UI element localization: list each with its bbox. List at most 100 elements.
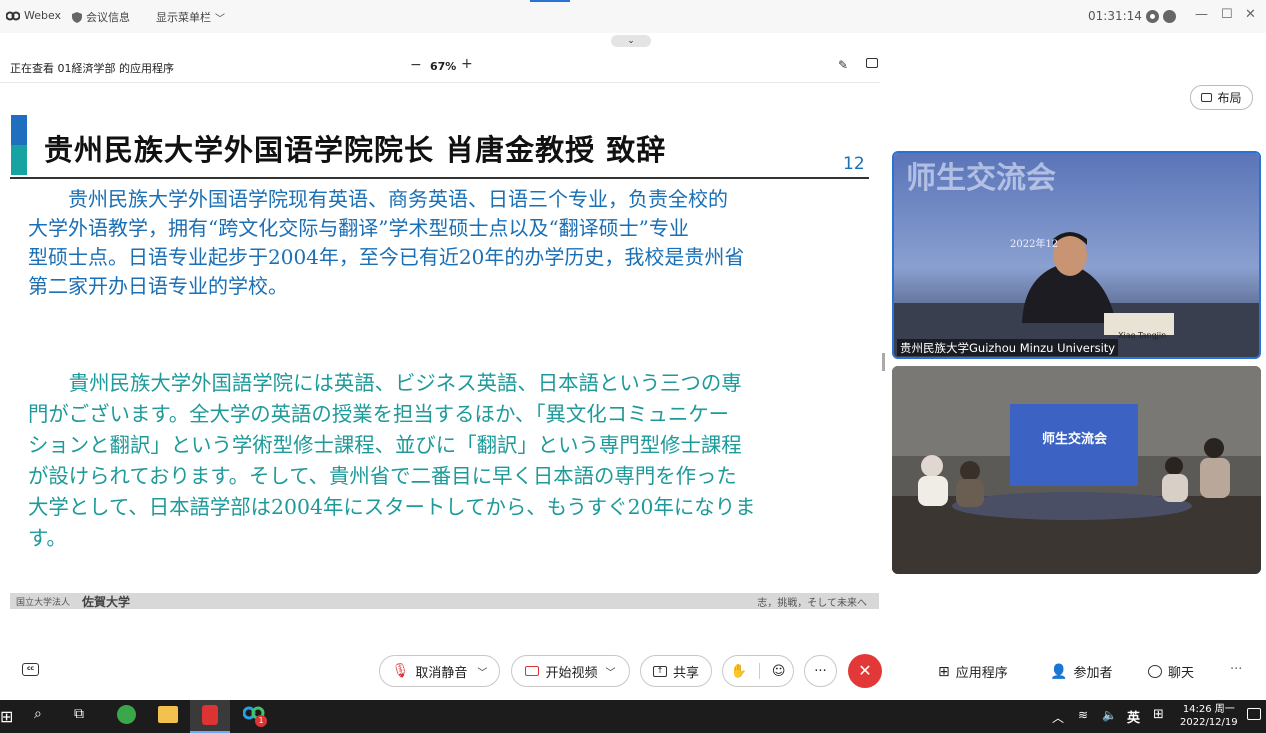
slide-footer: 国立大学法人 佐賀大学 志，挑戦，そして未来へ bbox=[10, 593, 879, 609]
overflow-icon: ··· bbox=[1230, 662, 1243, 677]
remote-control-icon[interactable] bbox=[866, 58, 878, 68]
start-video-label: 开始视频 bbox=[545, 665, 598, 681]
chat-bubble-icon bbox=[1148, 665, 1162, 678]
clock[interactable]: 14:26 周一 2022/12/19 bbox=[1180, 703, 1238, 729]
panel-resize-handle[interactable] bbox=[882, 353, 885, 371]
chat-label: 聊天 bbox=[1168, 666, 1195, 681]
webex-logo-icon bbox=[6, 11, 20, 20]
keyboard-icon[interactable]: ⊞ bbox=[1153, 707, 1164, 722]
task-view-icon[interactable]: ⧉ bbox=[74, 706, 84, 722]
cn-line: 大学外语教学，拥有“跨文化交际与翻译”学术型硕士点以及“翻译硕士”专业 bbox=[28, 216, 689, 240]
show-menu-button[interactable]: 显示菜单栏 ﹀ bbox=[156, 9, 225, 25]
divider bbox=[758, 663, 760, 679]
windows-taskbar: ⊞ ⌕ ⧉ 1 ︿ ≋ 🔈 英 ⊞ 14:26 周一 2022/12/19 bbox=[0, 700, 1266, 733]
banner-date: 2022年12 bbox=[1010, 239, 1059, 250]
chinese-paragraph: 贵州民族大学外国语学院现有英语、商务英语、日语三个专业，负责全校的 大学外语教学… bbox=[28, 185, 744, 301]
room-video-frame bbox=[892, 366, 1261, 574]
chevron-down-icon[interactable]: ﹀ bbox=[606, 664, 616, 679]
footer-left-small: 国立大学法人 bbox=[16, 598, 71, 608]
footer-university: 佐賀大学 bbox=[82, 595, 131, 609]
apps-button[interactable]: ⊞ 应用程序 bbox=[938, 662, 1008, 682]
collapse-chevron-icon[interactable]: ⌄ bbox=[611, 35, 651, 47]
participant-name-label: 贵州民族大学Guizhou Minzu University bbox=[897, 339, 1119, 356]
share-icon: ↑ bbox=[652, 665, 667, 677]
close-icon[interactable]: ✕ bbox=[1245, 7, 1256, 22]
chat-button[interactable]: 聊天 bbox=[1148, 662, 1194, 681]
video-tile-speaker[interactable]: 师生交流会 2022年12 Xiao Tangjin 贵州民族大学Guizhou… bbox=[892, 151, 1261, 359]
zoom-out-button[interactable]: − bbox=[410, 57, 422, 73]
layout-button[interactable]: 布局 bbox=[1190, 85, 1253, 110]
emoji-icon[interactable]: ☺ bbox=[772, 664, 786, 679]
maximize-icon[interactable]: ☐ bbox=[1221, 7, 1233, 22]
unmute-label: 取消静音 bbox=[415, 665, 468, 681]
room-banner-text: 师生交流会 bbox=[1042, 432, 1108, 447]
slide-title: 贵州民族大学外国语学院院长 肖唐金教授 致辞 bbox=[44, 133, 667, 167]
clock-date: 2022/12/19 bbox=[1180, 717, 1238, 728]
banner-text: 师生交流会 bbox=[906, 161, 1056, 196]
wifi-icon[interactable]: ≋ bbox=[1078, 708, 1088, 722]
chevron-down-icon[interactable]: ﹀ bbox=[477, 664, 487, 679]
more-icon: ··· bbox=[814, 663, 827, 679]
layout-label: 布局 bbox=[1217, 91, 1242, 105]
zoom-level: 67% bbox=[430, 60, 457, 73]
jp-line: ションと翻訳」という学術型修士課程、並びに「翻訳」という専門型修士課程 bbox=[28, 433, 742, 457]
title-bar-accent-teal bbox=[11, 145, 27, 175]
shared-slide: 贵州民族大学外国语学院院长 肖唐金教授 致辞 12 贵州民族大学外国语学院现有英… bbox=[0, 105, 880, 605]
chevron-up-icon[interactable]: ︿ bbox=[1052, 709, 1064, 726]
meeting-info-button[interactable]: 会议信息 bbox=[72, 9, 130, 25]
ime-mode[interactable]: 英 bbox=[1127, 707, 1140, 726]
apps-label: 应用程序 bbox=[955, 666, 1008, 681]
viewing-text: 正在查看 01経済学部 的应用程序 bbox=[10, 62, 174, 75]
file-explorer-icon[interactable] bbox=[158, 706, 178, 723]
layout-icon bbox=[1201, 93, 1213, 102]
zoom-in-button[interactable]: + bbox=[461, 56, 473, 72]
app-name: Webex bbox=[24, 9, 62, 22]
annotate-icon[interactable]: ✎ bbox=[838, 58, 848, 72]
divider bbox=[0, 82, 880, 83]
apps-grid-icon: ⊞ bbox=[938, 663, 950, 680]
meeting-timer: 01:31:14 bbox=[1088, 9, 1176, 23]
unmute-button[interactable]: 🎙 取消静音 ﹀ bbox=[379, 655, 500, 687]
title-underline bbox=[10, 177, 869, 179]
notification-center-icon[interactable] bbox=[1247, 708, 1261, 720]
title-bar-accent-blue bbox=[11, 115, 27, 145]
jp-line: 大学として、日本語学部は2004年にスタートしてから、もうすぐ20年になりま bbox=[28, 495, 756, 519]
share-toolbar: ⌄ 正在查看 01経済学部 的应用程序 − 67% + ✎ bbox=[0, 33, 880, 83]
cn-line: 型硕士点。日语专业起步于2004年，至今已有近20年的办学历史，我校是贵州省 bbox=[28, 245, 745, 269]
browser-icon[interactable] bbox=[117, 705, 136, 724]
camera-off-icon bbox=[525, 666, 540, 676]
show-menu-label: 显示菜单栏 bbox=[156, 11, 211, 24]
person-icon: 👤 bbox=[1050, 663, 1068, 680]
search-icon[interactable]: ⌕ bbox=[34, 706, 42, 722]
speaker-muted-icon[interactable]: 🔈 bbox=[1102, 708, 1117, 722]
shield-icon bbox=[72, 11, 82, 23]
jp-line: す。 bbox=[28, 526, 67, 550]
signal-icon[interactable] bbox=[1162, 9, 1176, 23]
chevron-down-icon: ﹀ bbox=[215, 13, 225, 25]
share-button[interactable]: ↑ 共享 bbox=[640, 655, 712, 687]
raise-hand-icon[interactable]: ✋ bbox=[731, 664, 747, 679]
end-call-button[interactable]: ✕ bbox=[848, 654, 882, 688]
cn-line: 第二家开办日语专业的学校。 bbox=[28, 274, 288, 298]
webex-brand[interactable]: Webex bbox=[6, 9, 61, 22]
footer-motto: 志，挑戦，そして未来へ bbox=[757, 598, 867, 609]
closed-caption-icon[interactable]: cc bbox=[22, 663, 39, 676]
window-titlebar: Webex 会议信息 显示菜单栏 ﹀ 01:31:14 — ☐ ✕ bbox=[0, 0, 1266, 33]
webex-taskbar-icon[interactable]: 1 bbox=[242, 705, 267, 727]
jp-line: 貴州民族大学外国語学院には英語、ビジネス英語、日本語という三つの専 bbox=[28, 371, 742, 395]
active-app-slot[interactable] bbox=[190, 700, 230, 733]
more-options-button[interactable]: ··· bbox=[804, 655, 837, 687]
reactions-group: ✋ ☺ bbox=[722, 655, 794, 687]
participants-button[interactable]: 👤 参加者 bbox=[1050, 662, 1113, 682]
jp-line: 門がございます。全大学の英語の授業を担当するほか、「異文化コミュニケー bbox=[28, 402, 730, 426]
cn-line: 贵州民族大学外国语学院现有英语、商务英语、日语三个专业，负责全校的 bbox=[28, 187, 728, 211]
start-icon[interactable]: ⊞ bbox=[0, 707, 13, 726]
nameplate-text: Xiao Tangjin bbox=[1118, 331, 1167, 340]
timer-text: 01:31:14 bbox=[1088, 9, 1142, 23]
participants-label: 参加者 bbox=[1073, 666, 1113, 681]
minimize-icon[interactable]: — bbox=[1195, 7, 1208, 22]
start-video-button[interactable]: 开始视频 ﹀ bbox=[511, 655, 630, 687]
jp-line: が設けられております。そして、貴州省で二番目に早く日本語の専門を作った bbox=[28, 464, 737, 488]
video-tile-room[interactable]: 师生交流会 bbox=[892, 366, 1261, 574]
overflow-menu-button[interactable]: ··· bbox=[1230, 662, 1242, 677]
